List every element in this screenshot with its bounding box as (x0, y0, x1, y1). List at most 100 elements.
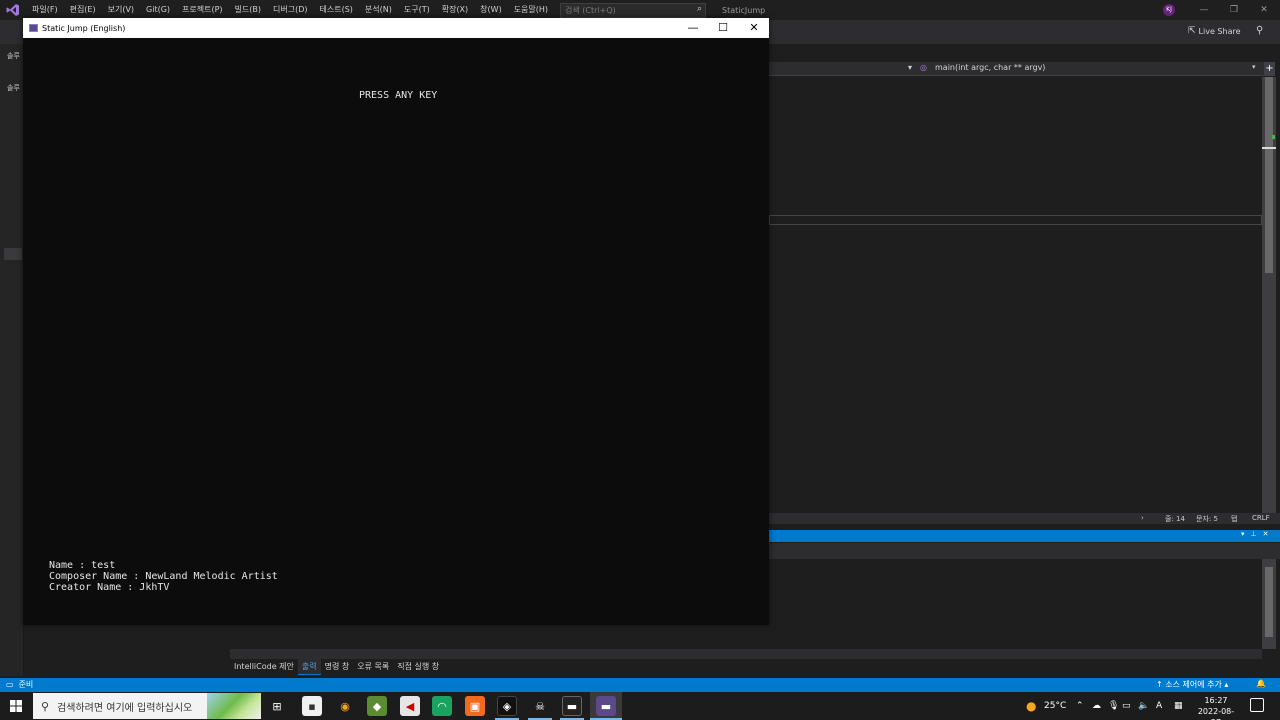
arrow-up-icon: ↑ (1156, 680, 1163, 689)
clock-time: 16:27 (1204, 696, 1228, 705)
tab-immediate-window[interactable]: 직접 실행 창 (393, 659, 443, 675)
minimize-button[interactable]: — (678, 18, 708, 38)
menu-analyze[interactable]: 분석(N) (359, 0, 398, 20)
microphone-icon[interactable]: 🎙 (1108, 692, 1119, 720)
live-share-button[interactable]: ⇱ Live Share (1188, 26, 1241, 36)
menu-extensions[interactable]: 확장(X) (436, 0, 474, 20)
notification-bell-icon[interactable]: 🔔 (1256, 679, 1266, 688)
chevron-down-icon[interactable]: ▾ (1252, 63, 1256, 71)
menu-window[interactable]: 창(W) (474, 0, 508, 20)
menu-tools[interactable]: 도구(T) (398, 0, 436, 20)
menu-view[interactable]: 보기(V) (102, 0, 140, 20)
ime-indicator[interactable]: A (1156, 692, 1162, 720)
solution-label-2[interactable]: 솔루 (7, 83, 20, 93)
menu-file[interactable]: 파일(F) (26, 0, 64, 20)
scrollbar-thumb[interactable] (1265, 77, 1273, 273)
column-indicator[interactable]: 문자: 5 (1196, 514, 1218, 524)
menu-help[interactable]: 도움말(H) (508, 0, 554, 20)
line-indicator[interactable]: 줄: 14 (1165, 514, 1185, 524)
store-app-icon[interactable]: ◠ (432, 696, 452, 716)
tab-output[interactable]: 출력 (297, 659, 321, 675)
game-window[interactable]: Static Jump (English) — ☐ ✕ PRESS ANY KE… (23, 18, 769, 625)
close-button[interactable]: ✕ (739, 18, 769, 38)
editor-status-bar: › 줄: 14 문자: 5 탭 CRLF (769, 513, 1280, 524)
function-dropdown[interactable]: ▾ ◎ main(int argc, char ** argv) (908, 63, 1045, 72)
split-editor-button[interactable]: + (1264, 62, 1275, 76)
press-any-key-text: PRESS ANY KEY (359, 90, 438, 101)
search-icon: ⌕ (696, 3, 703, 14)
minecraft-icon[interactable]: ◆ (367, 696, 387, 716)
pin-icon[interactable]: ⊥ (1251, 530, 1257, 538)
notification-center-icon[interactable] (1250, 698, 1264, 712)
vs-status-bar: ▭ 준비 ↑ 소스 제어에 추가 ▴ 🔔 (0, 678, 1280, 692)
source-control-label: 소스 제어에 추가 (1165, 680, 1222, 689)
menu-test[interactable]: 테스트(S) (314, 0, 359, 20)
feedback-icon[interactable]: ⚲ (1256, 25, 1263, 36)
add-to-source-control-button[interactable]: ↑ 소스 제어에 추가 ▴ (1156, 679, 1228, 690)
cloud-icon[interactable]: ☁ (1092, 692, 1101, 720)
start-button[interactable] (0, 692, 32, 720)
search-icon: ⚲ (41, 699, 50, 713)
static-jump-app-icon[interactable]: ▬ (596, 696, 616, 716)
credit-composer: Composer Name : NewLand Melodic Artist (49, 571, 278, 582)
chevron-down-icon[interactable]: ▾ (1241, 530, 1245, 538)
weather-icon[interactable]: ● (1026, 692, 1036, 720)
keyboard-icon[interactable]: ▦ (1174, 692, 1183, 720)
bottom-panel-tabs: IntelliCode 제안 출력 명령 창 오류 목록 직접 실행 창 (230, 659, 443, 675)
clock[interactable]: 16:27 2022-08-27 (1194, 695, 1238, 720)
menu-debug[interactable]: 디버그(D) (267, 0, 313, 20)
game-window-titlebar[interactable]: Static Jump (English) (23, 18, 769, 38)
solution-label-1[interactable]: 솔루 (7, 51, 20, 61)
menu-project[interactable]: 프로젝트(P) (176, 0, 229, 20)
ready-icon: ▭ (6, 680, 14, 689)
menu-git[interactable]: Git(G) (140, 0, 176, 20)
windows-logo-icon (10, 700, 22, 712)
blender-icon[interactable]: ◉ (335, 696, 355, 716)
vs-close-button[interactable]: ✕ (1250, 0, 1278, 20)
status-ready: ▭ 준비 (6, 679, 33, 690)
chevron-icon: › (1141, 514, 1144, 522)
tab-command-window[interactable]: 명령 창 (321, 659, 354, 675)
skull-app-icon[interactable]: ☠ (530, 696, 550, 716)
close-icon[interactable]: ✕ (1263, 530, 1269, 538)
credit-creator: Creator Name : JkhTV (49, 582, 170, 593)
change-marker (1272, 135, 1275, 139)
tab-intellicode[interactable]: IntelliCode 제안 (230, 659, 298, 675)
unity-icon[interactable]: ◈ (497, 696, 517, 716)
output-horizontal-scrollbar[interactable] (230, 649, 1262, 659)
eol-indicator[interactable]: CRLF (1252, 514, 1270, 522)
network-icon[interactable]: ▭ (1122, 692, 1131, 720)
menu-edit[interactable]: 편집(E) (64, 0, 102, 20)
search-highlight-image (207, 693, 261, 719)
output-vertical-scrollbar[interactable] (1262, 559, 1276, 649)
code-editor[interactable] (769, 77, 1262, 513)
speaker-icon[interactable]: 🔈 (1138, 692, 1149, 720)
game-canvas[interactable]: PRESS ANY KEY Name : test Composer Name … (23, 38, 769, 625)
solution-name: StaticJump (722, 5, 766, 15)
solution-explorer-collapsed: 솔루 솔루 (0, 44, 24, 676)
vs-search-input[interactable]: 검색 (Ctrl+Q) ⌕ (560, 2, 707, 18)
output-panel-controls: ▾ ⊥ ✕ (1241, 530, 1269, 538)
orange-app-icon[interactable]: ▣ (465, 696, 485, 716)
notes-app-icon[interactable]: ▪ (302, 696, 322, 716)
weather-temp[interactable]: 25°C (1044, 692, 1066, 720)
scrollbar-thumb[interactable] (1265, 567, 1273, 637)
avatar[interactable]: KJ (1163, 4, 1175, 16)
tab-indicator[interactable]: 탭 (1231, 514, 1237, 524)
app-icon (29, 24, 38, 32)
editor-vertical-scrollbar[interactable] (1262, 77, 1276, 513)
task-view-icon[interactable]: ⊞ (267, 696, 287, 716)
taskbar-search-box[interactable]: ⚲ 검색하려면 여기에 입력하십시오 (33, 693, 261, 719)
chevron-up-icon[interactable]: ⌃ (1076, 692, 1084, 720)
capcut-icon[interactable]: ◀ (400, 696, 420, 716)
status-ready-label: 준비 (18, 680, 34, 689)
vs-restore-button[interactable]: ❐ (1220, 0, 1248, 20)
terminal-icon[interactable]: ▬ (562, 696, 582, 716)
menu-build[interactable]: 빌드(B) (229, 0, 267, 20)
chevron-up-icon: ▴ (1224, 680, 1229, 689)
tab-error-list[interactable]: 오류 목록 (353, 659, 393, 675)
game-window-title: Static Jump (English) (42, 23, 126, 33)
maximize-button[interactable]: ☐ (708, 18, 738, 38)
live-share-label: Live Share (1198, 26, 1241, 36)
vs-minimize-button[interactable]: — (1190, 0, 1218, 20)
